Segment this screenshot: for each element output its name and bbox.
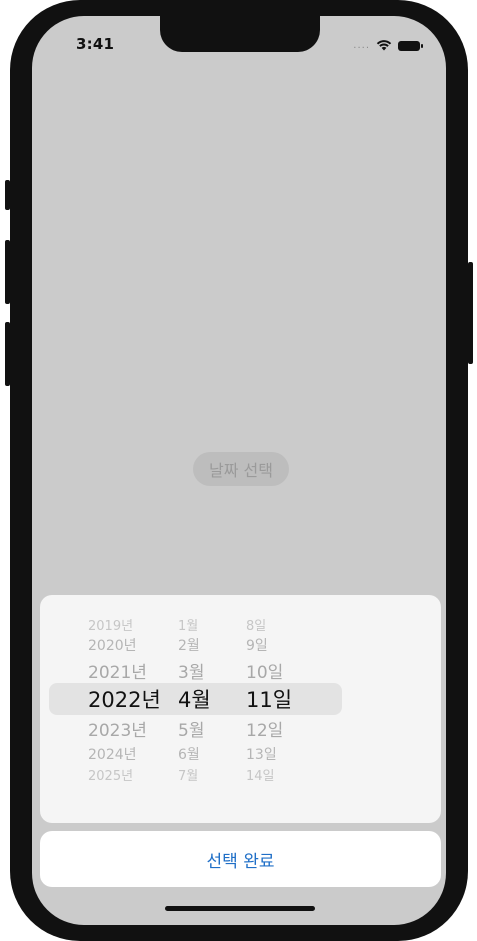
picker-month: 1월 bbox=[178, 618, 199, 634]
signal-dots: .... bbox=[353, 40, 370, 51]
picker-row[interactable]: 2020년 2월 9일 bbox=[40, 632, 441, 658]
picker-month: 3월 bbox=[178, 662, 205, 683]
picker-year: 2020년 bbox=[88, 638, 137, 654]
picker-month: 5월 bbox=[178, 720, 205, 741]
volume-down-button bbox=[5, 322, 10, 386]
select-date-button[interactable]: 날짜 선택 bbox=[193, 452, 289, 486]
picker-row[interactable]: 2023년 5월 12일 bbox=[40, 715, 441, 741]
picker-day: 14일 bbox=[246, 768, 275, 784]
picker-day: 8일 bbox=[246, 618, 267, 634]
picker-row[interactable]: 2021년 3월 10일 bbox=[40, 657, 441, 683]
picker-day: 10일 bbox=[246, 662, 284, 683]
picker-day: 12일 bbox=[246, 720, 284, 741]
screen: 3:41 .... 날짜 선택 2019년 1월 8일 2020년 2월 9일 … bbox=[32, 16, 446, 925]
status-time: 3:41 bbox=[76, 35, 115, 53]
battery-icon bbox=[398, 40, 423, 51]
status-icons: .... bbox=[353, 36, 423, 55]
silent-switch bbox=[5, 180, 10, 210]
date-picker-sheet: 2019년 1월 8일 2020년 2월 9일 2021년 3월 10일 202… bbox=[40, 595, 441, 823]
picker-day-selected: 11일 bbox=[246, 688, 293, 712]
notch bbox=[160, 16, 320, 52]
picker-year-selected: 2022년 bbox=[88, 688, 161, 712]
picker-day: 9일 bbox=[246, 638, 268, 654]
phone-device: 3:41 .... 날짜 선택 2019년 1월 8일 2020년 2월 9일 … bbox=[5, 0, 473, 941]
home-indicator[interactable] bbox=[165, 906, 315, 911]
picker-month-selected: 4월 bbox=[178, 688, 211, 712]
picker-year: 2025년 bbox=[88, 768, 134, 784]
picker-year: 2019년 bbox=[88, 618, 134, 634]
picker-row[interactable]: 2025년 7월 14일 bbox=[40, 761, 441, 787]
picker-month: 7월 bbox=[178, 768, 199, 784]
picker-month: 2월 bbox=[178, 638, 200, 654]
power-button bbox=[468, 262, 473, 364]
volume-up-button bbox=[5, 240, 10, 304]
picker-row-selected[interactable]: 2022년 4월 11일 bbox=[40, 686, 441, 712]
wifi-icon bbox=[376, 36, 392, 55]
picker-year: 2021년 bbox=[88, 662, 147, 683]
done-button[interactable]: 선택 완료 bbox=[40, 831, 441, 887]
picker-year: 2023년 bbox=[88, 720, 147, 741]
done-button-label: 선택 완료 bbox=[206, 851, 275, 872]
